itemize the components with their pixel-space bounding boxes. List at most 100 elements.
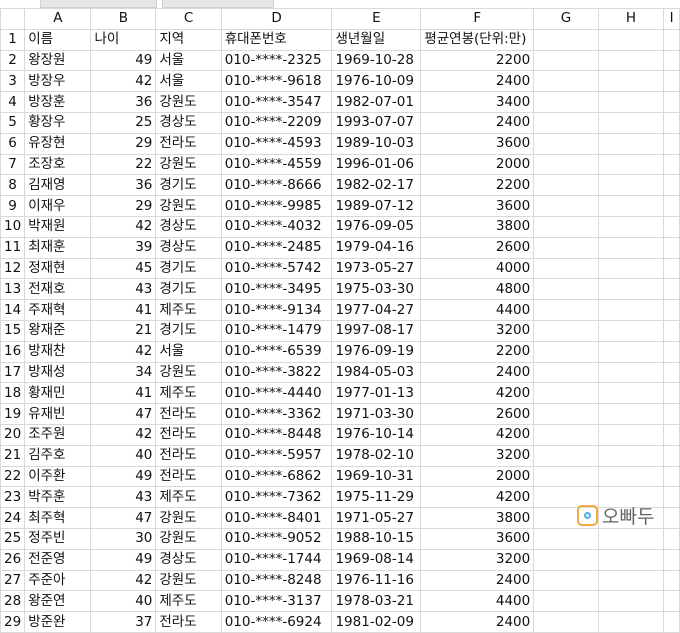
cell-phone[interactable]: 010-****-9134 — [220, 299, 333, 321]
cell-region[interactable]: 제주도 — [155, 486, 222, 509]
cell-salary[interactable]: 2400 — [420, 569, 535, 592]
cell-empty[interactable] — [533, 423, 599, 446]
cell-empty[interactable] — [597, 49, 665, 72]
cell-empty[interactable] — [533, 70, 599, 93]
cell-empty[interactable] — [663, 611, 680, 633]
cell-age[interactable]: 39 — [90, 236, 157, 259]
cell-region[interactable]: 제주도 — [155, 299, 222, 321]
cell-name[interactable]: 전준영 — [24, 548, 92, 571]
cell-age[interactable]: 22 — [90, 153, 157, 176]
column-header-i[interactable]: I — [663, 8, 680, 30]
cell-salary[interactable]: 4000 — [420, 257, 535, 280]
cell-name[interactable]: 김재영 — [24, 174, 92, 197]
cell-salary[interactable]: 2400 — [420, 361, 535, 384]
cell-age[interactable]: 42 — [90, 215, 157, 238]
cell-name[interactable]: 이주환 — [24, 465, 92, 488]
cell-empty[interactable] — [663, 486, 680, 509]
cell-header-name[interactable]: 이름 — [24, 28, 92, 51]
cell-salary[interactable]: 2400 — [420, 611, 535, 633]
cell-birth[interactable]: 1971-05-27 — [331, 507, 422, 529]
cell-phone[interactable]: 010-****-8248 — [220, 569, 333, 592]
cell-name[interactable]: 황장우 — [24, 111, 92, 134]
row-header[interactable]: 25 — [0, 527, 26, 550]
cell-birth[interactable]: 1984-05-03 — [331, 361, 422, 384]
cell-empty[interactable] — [663, 527, 680, 550]
cell-phone[interactable]: 010-****-8666 — [220, 174, 333, 197]
row-header[interactable]: 18 — [0, 382, 26, 405]
cell-empty[interactable] — [533, 465, 599, 488]
cell-age[interactable]: 47 — [90, 507, 157, 529]
cell-empty[interactable] — [663, 569, 680, 592]
cell-empty[interactable] — [597, 70, 665, 93]
cell-empty[interactable] — [597, 91, 665, 113]
cell-birth[interactable]: 1996-01-06 — [331, 153, 422, 176]
cell-region[interactable]: 전라도 — [155, 611, 222, 633]
column-header-d[interactable]: D — [220, 8, 333, 30]
cell-empty[interactable] — [663, 319, 680, 342]
cell-salary[interactable]: 4200 — [420, 382, 535, 405]
cell-salary[interactable]: 2200 — [420, 340, 535, 363]
cell-name[interactable]: 박재원 — [24, 215, 92, 238]
cell-empty[interactable] — [597, 111, 665, 134]
cell-birth[interactable]: 1976-09-19 — [331, 340, 422, 363]
cell-empty[interactable] — [663, 340, 680, 363]
cell-region[interactable]: 서울 — [155, 340, 222, 363]
cell-birth[interactable]: 1976-10-14 — [331, 423, 422, 446]
cell-birth[interactable]: 1988-10-15 — [331, 527, 422, 550]
cell-empty[interactable] — [663, 70, 680, 93]
cell-empty[interactable] — [663, 132, 680, 155]
cell-birth[interactable]: 1975-03-30 — [331, 278, 422, 301]
cell-age[interactable]: 43 — [90, 278, 157, 301]
cell-region[interactable]: 경상도 — [155, 548, 222, 571]
cell-empty[interactable] — [663, 236, 680, 259]
cell-empty[interactable] — [663, 28, 680, 51]
cell-name[interactable]: 박주훈 — [24, 486, 92, 509]
cell-salary[interactable]: 2200 — [420, 49, 535, 72]
cell-age[interactable]: 49 — [90, 465, 157, 488]
cell-birth[interactable]: 1969-10-28 — [331, 49, 422, 72]
cell-name[interactable]: 조장호 — [24, 153, 92, 176]
cell-salary[interactable]: 4400 — [420, 299, 535, 321]
cell-phone[interactable]: 010-****-3362 — [220, 403, 333, 425]
cell-empty[interactable] — [533, 590, 599, 613]
cell-birth[interactable]: 1981-02-09 — [331, 611, 422, 633]
cell-empty[interactable] — [533, 132, 599, 155]
cell-age[interactable]: 29 — [90, 195, 157, 217]
cell-name[interactable]: 주준아 — [24, 569, 92, 592]
cell-phone[interactable]: 010-****-5742 — [220, 257, 333, 280]
row-header[interactable]: 7 — [0, 153, 26, 176]
cell-salary[interactable]: 3600 — [420, 527, 535, 550]
cell-salary[interactable]: 2200 — [420, 174, 535, 197]
cell-name[interactable]: 최재훈 — [24, 236, 92, 259]
cell-empty[interactable] — [533, 236, 599, 259]
row-header[interactable]: 28 — [0, 590, 26, 613]
row-header[interactable]: 15 — [0, 319, 26, 342]
cell-empty[interactable] — [533, 278, 599, 301]
cell-region[interactable]: 강원도 — [155, 527, 222, 550]
cell-region[interactable]: 서울 — [155, 70, 222, 93]
cell-name[interactable]: 방장우 — [24, 70, 92, 93]
cell-phone[interactable]: 010-****-6539 — [220, 340, 333, 363]
cell-birth[interactable]: 1969-10-31 — [331, 465, 422, 488]
cell-birth[interactable]: 1976-11-16 — [331, 569, 422, 592]
cell-age[interactable]: 25 — [90, 111, 157, 134]
cell-salary[interactable]: 2600 — [420, 403, 535, 425]
cell-name[interactable]: 유장현 — [24, 132, 92, 155]
cell-phone[interactable]: 010-****-4593 — [220, 132, 333, 155]
cell-salary[interactable]: 3200 — [420, 548, 535, 571]
cell-salary[interactable]: 2400 — [420, 70, 535, 93]
cell-empty[interactable] — [663, 49, 680, 72]
row-header[interactable]: 4 — [0, 91, 26, 113]
cell-empty[interactable] — [663, 111, 680, 134]
cell-phone[interactable]: 010-****-7362 — [220, 486, 333, 509]
cell-phone[interactable]: 010-****-2209 — [220, 111, 333, 134]
cell-age[interactable]: 42 — [90, 423, 157, 446]
cell-region[interactable]: 경기도 — [155, 278, 222, 301]
cell-salary[interactable]: 2000 — [420, 153, 535, 176]
cell-empty[interactable] — [663, 403, 680, 425]
row-header[interactable]: 2 — [0, 49, 26, 72]
column-header-c[interactable]: C — [155, 8, 222, 30]
cell-name[interactable]: 최주혁 — [24, 507, 92, 529]
cell-region[interactable]: 전라도 — [155, 403, 222, 425]
cell-birth[interactable]: 1977-04-27 — [331, 299, 422, 321]
